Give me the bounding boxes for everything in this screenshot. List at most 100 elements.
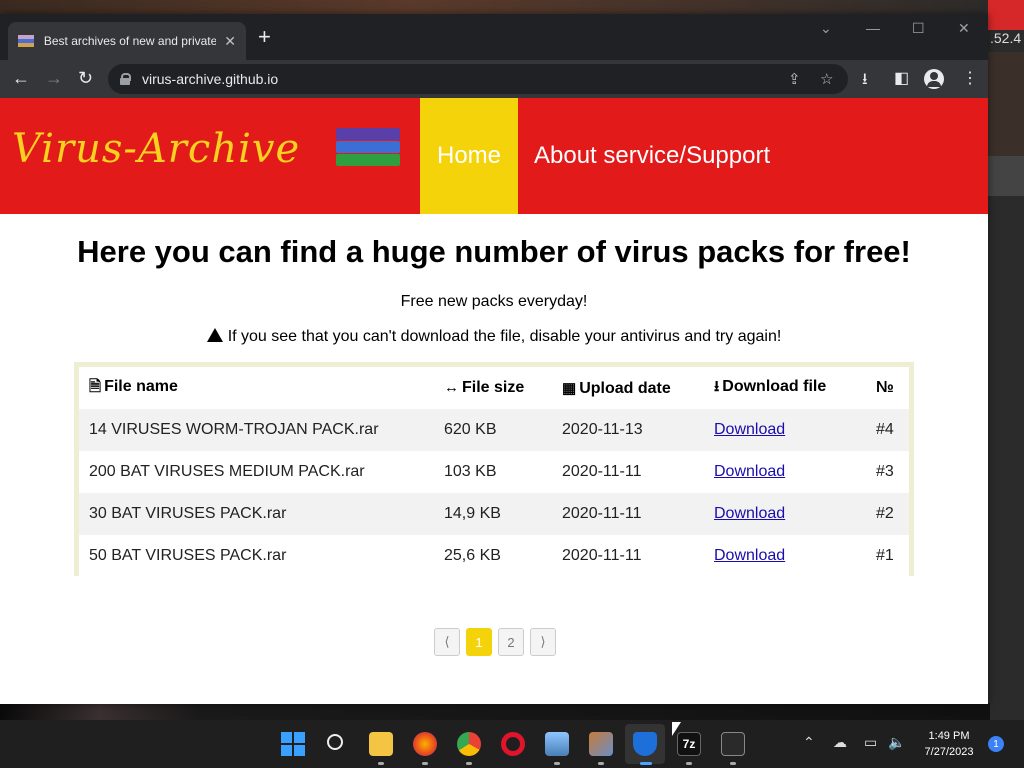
search-icon[interactable] <box>325 732 349 756</box>
address-bar[interactable]: virus-archive.github.io ⇪ ☆ <box>108 64 848 94</box>
bookmark-star-icon[interactable]: ☆ <box>820 70 833 88</box>
file-size-cell: 14,9 KB <box>434 493 552 535</box>
minimize-icon[interactable]: — <box>866 20 880 36</box>
tab-active[interactable]: Best archives of new and private ✕ <box>8 22 246 60</box>
reload-icon[interactable]: ↻ <box>78 68 93 88</box>
pagination-next-button[interactable]: ⟩ <box>530 628 556 656</box>
new-tab-button[interactable]: + <box>258 26 271 48</box>
system-clock[interactable]: 1:49 PM 7/27/2023 <box>914 728 984 760</box>
calendar-icon: ▦ <box>562 379 577 397</box>
page-headline: Here you can find a huge number of virus… <box>77 234 911 269</box>
notification-badge[interactable]: 1 <box>988 736 1004 752</box>
file-icon: 🗎 <box>89 377 102 395</box>
pagination-page-2[interactable]: 2 <box>498 628 524 656</box>
download-cell: Download <box>704 409 866 451</box>
number-cell: #1 <box>866 535 909 577</box>
opera-icon[interactable] <box>501 732 525 756</box>
tab-title: Best archives of new and private <box>43 34 217 48</box>
tab-search-icon[interactable]: ⌄ <box>820 20 832 37</box>
download-cell: Download <box>704 493 866 535</box>
file-name-cell: 14 VIRUSES WORM-TROJAN PACK.rar <box>79 409 434 451</box>
tab-close-icon[interactable]: ✕ <box>224 33 236 50</box>
file-name-cell: 50 BAT VIRUSES PACK.rar <box>79 535 434 577</box>
background-window-close[interactable] <box>988 0 1024 30</box>
windows-start-icon[interactable] <box>281 732 305 756</box>
file-explorer-icon[interactable] <box>369 732 393 756</box>
browser-toolbar: ← → ↻ virus-archive.github.io ⇪ ☆ ⭳ ◧ ⋮ <box>0 60 988 98</box>
7zip-running-indicator <box>686 762 692 765</box>
download-link[interactable]: Download <box>714 421 785 438</box>
pagination-page-1[interactable]: 1 <box>466 628 492 656</box>
side-panel-icon[interactable]: ◧ <box>894 68 909 88</box>
background-window-text: .52.4 <box>990 30 1022 46</box>
terminal-running-indicator <box>730 762 736 765</box>
col-header-download: ⭳ Download file <box>714 377 827 395</box>
volume-icon[interactable]: 🔈 <box>888 734 905 751</box>
network-icon[interactable]: ▭ <box>864 734 877 751</box>
nav-about-support[interactable]: About service/Support <box>534 142 770 170</box>
table-row: 200 BAT VIRUSES MEDIUM PACK.rar 103 KB 2… <box>79 451 909 493</box>
files-table-container: 🗎 File name ↔ File size ▦ Upload date ⭳ Down… <box>74 362 914 577</box>
terminal-icon[interactable] <box>721 732 745 756</box>
tab-favicon-icon <box>18 35 34 47</box>
firefox-running-indicator <box>422 762 428 765</box>
mouse-cursor-icon <box>672 722 681 736</box>
game-running-indicator <box>598 762 604 765</box>
background-window-panel <box>988 52 1024 156</box>
pagination: ⟨ 1 2 ⟩ <box>434 628 556 656</box>
file-size-cell: 620 KB <box>434 409 552 451</box>
download-link[interactable]: Download <box>714 505 785 522</box>
arrows-horizontal-icon: ↔ <box>444 379 459 396</box>
close-window-icon[interactable]: ✕ <box>958 20 970 37</box>
forward-icon[interactable]: → <box>45 68 63 88</box>
upload-date-cell: 2020-11-13 <box>552 409 704 451</box>
desktop-background-strip <box>0 703 990 720</box>
col-header-number: № <box>876 379 894 396</box>
tray-chevron-up-icon[interactable]: ⌃ <box>803 734 815 751</box>
download-link[interactable]: Download <box>714 547 785 564</box>
download-icon: ⭳ <box>714 377 720 395</box>
game-icon[interactable] <box>589 732 613 756</box>
profile-avatar-icon[interactable] <box>924 69 944 89</box>
desktop-right-strip: .52.4 <box>988 0 1024 720</box>
upload-date-cell: 2020-11-11 <box>552 451 704 493</box>
table-row: 50 BAT VIRUSES PACK.rar 25,6 KB 2020-11-… <box>79 535 909 577</box>
col-header-file-size: ↔ File size <box>444 379 525 396</box>
file-name-cell: 200 BAT VIRUSES MEDIUM PACK.rar <box>79 451 434 493</box>
chrome-running-indicator <box>466 762 472 765</box>
page-subtitle: Free new packs everyday! <box>400 293 588 310</box>
onedrive-icon[interactable]: ☁ <box>833 734 847 751</box>
downloads-icon[interactable]: ⭳ <box>862 68 868 95</box>
menu-kebab-icon[interactable]: ⋮ <box>962 68 978 88</box>
download-link[interactable]: Download <box>714 463 785 480</box>
antivirus-warning: If you see that you can't download the f… <box>0 327 988 346</box>
upload-date-cell: 2020-11-11 <box>552 493 704 535</box>
photos-icon[interactable] <box>545 732 569 756</box>
taskbar: 7z ⌃ ☁ ▭ 🔈 1:49 PM 7/27/2023 1 <box>0 720 1024 768</box>
table-row: 30 BAT VIRUSES PACK.rar 14,9 KB 2020-11-… <box>79 493 909 535</box>
explorer-running-indicator <box>378 762 384 765</box>
defender-icon[interactable] <box>633 732 657 756</box>
site-logo-text[interactable]: Virus-Archive <box>12 126 300 172</box>
col-header-upload-date: ▦ Upload date <box>562 379 671 397</box>
file-size-cell: 103 KB <box>434 451 552 493</box>
lock-icon[interactable] <box>120 73 131 85</box>
firefox-icon[interactable] <box>413 732 437 756</box>
warning-text: If you see that you can't download the f… <box>227 328 782 345</box>
nav-home[interactable]: Home <box>420 98 518 214</box>
clock-date: 7/27/2023 <box>924 746 974 758</box>
maximize-icon[interactable]: ☐ <box>912 20 925 37</box>
url-text: virus-archive.github.io <box>142 71 279 87</box>
winrar-books-icon <box>336 128 400 178</box>
chrome-icon[interactable] <box>457 732 481 756</box>
pagination-prev-button[interactable]: ⟨ <box>434 628 460 656</box>
clock-time: 1:49 PM <box>928 730 970 742</box>
download-cell: Download <box>704 535 866 577</box>
web-page: Virus-Archive Home About service/Support… <box>0 98 988 704</box>
upload-date-cell: 2020-11-11 <box>552 535 704 577</box>
share-icon[interactable]: ⇪ <box>788 70 801 88</box>
back-icon[interactable]: ← <box>12 68 30 88</box>
table-row: 14 VIRUSES WORM-TROJAN PACK.rar 620 KB 2… <box>79 409 909 451</box>
photos-running-indicator <box>554 762 560 765</box>
file-size-cell: 25,6 KB <box>434 535 552 577</box>
